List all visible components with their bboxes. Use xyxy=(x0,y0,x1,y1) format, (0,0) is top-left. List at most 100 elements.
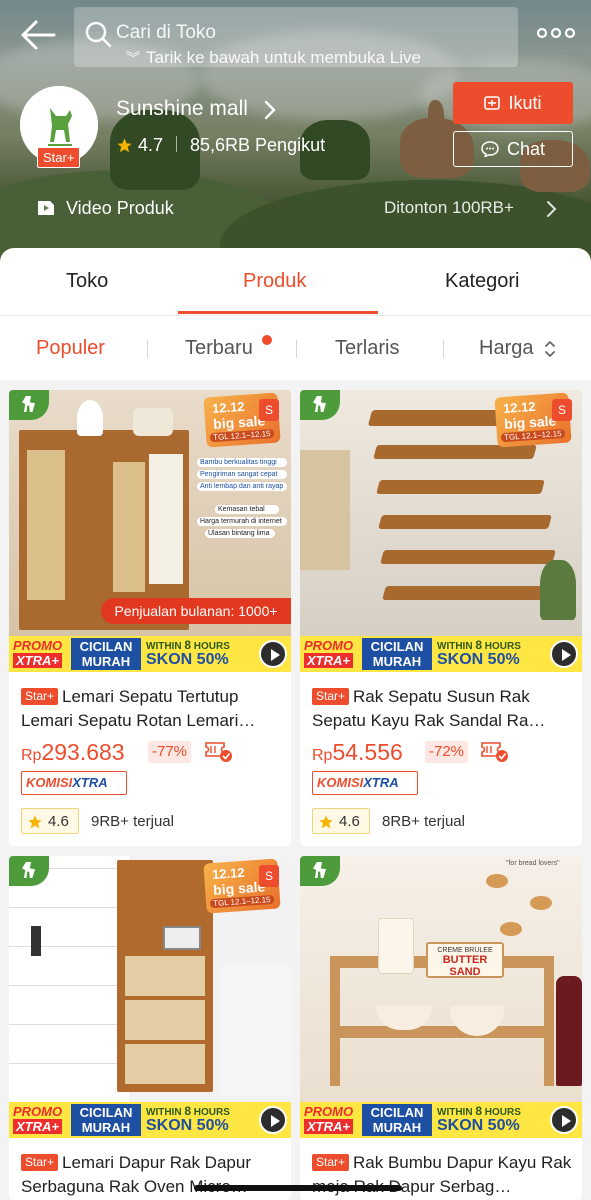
promo-strip: PROMO XTRA+ CICILAN MURAH WITHIN 8 HOURS S… xyxy=(9,1102,291,1138)
product-card[interactable]: "for bread lovers" CREME BRULEE BUTTER S… xyxy=(300,856,582,1200)
star-icon xyxy=(117,138,132,153)
shop-name[interactable]: Sunshine mall xyxy=(116,97,248,121)
price-value: 293.683 xyxy=(41,739,125,765)
cicilan-line1: CICILAN xyxy=(79,639,133,654)
komisi-text: KOMISI xyxy=(26,775,73,790)
product-name[interactable]: Star+ Rak Sepatu Susun Rak Sepatu Kayu Ra… xyxy=(312,685,574,733)
product-rating: 4.6 xyxy=(21,808,79,834)
play-video-icon[interactable] xyxy=(259,640,287,668)
diskon-label: SKON 50% xyxy=(437,651,520,668)
product-card[interactable]: 12.12 big sale TGL 12.1–12.15 S Bambu be… xyxy=(9,390,291,846)
product-name[interactable]: Star+ Lemari Sepatu Tertutup Lemari Sepat… xyxy=(21,685,283,733)
follow-button[interactable]: Ikuti xyxy=(453,82,573,124)
star-icon xyxy=(28,815,42,829)
cicilan-murah-label: CICILAN MURAH xyxy=(71,1104,141,1136)
promo-xtra-logo: PROMO XTRA+ xyxy=(302,638,360,670)
chevron-down-icon: ︾ xyxy=(126,50,140,66)
feature-item: Bambu berkualitas tinggi xyxy=(197,458,287,467)
promo-xtra-line2: XTRA+ xyxy=(13,1119,62,1134)
cicilan-murah-label: CICILAN MURAH xyxy=(362,1104,432,1136)
feature-item: Anti lembap dan anti rayap xyxy=(197,482,287,491)
within-hours-label: WITHIN 8 HOURS xyxy=(437,1104,521,1118)
promo-xtra-logo: PROMO XTRA+ xyxy=(11,638,69,670)
xtra-text: XTRA xyxy=(72,775,108,790)
promo-xtra-line1: PROMO xyxy=(304,638,354,653)
diskon-label: SKON 50% xyxy=(146,651,229,668)
promo-xtra-logo: PROMO XTRA+ xyxy=(11,1104,69,1136)
active-tab-indicator xyxy=(178,311,378,314)
tab-kategori[interactable]: Kategori xyxy=(445,270,520,293)
shop-rating: 4.7 xyxy=(138,135,164,155)
within-number: 8 xyxy=(475,1104,483,1118)
chevron-right-icon[interactable] xyxy=(545,200,557,218)
currency-symbol: Rp xyxy=(21,747,42,764)
product-image: 12.12 big sale TGL 12.1–12.15 S PROMO XTR… xyxy=(9,856,291,1138)
cicilan-line2: MURAH xyxy=(372,1120,422,1135)
play-video-icon[interactable] xyxy=(550,1106,578,1134)
divider xyxy=(443,340,444,358)
feature-item: Kemasan tebal xyxy=(215,505,279,514)
more-options-icon[interactable] xyxy=(536,24,576,42)
sort-harga[interactable]: Harga xyxy=(479,337,533,360)
promo-strip: PROMO XTRA+ CICILAN MURAH WITHIN 8 HOURS S… xyxy=(9,636,291,672)
cod-icon xyxy=(481,742,508,762)
follower-count: 85,6RB Pengikut xyxy=(190,135,326,155)
tab-toko[interactable]: Toko xyxy=(66,270,108,293)
product-card[interactable]: 12.12 big sale TGL 12.1–12.15 S PROMO XTR… xyxy=(9,856,291,1200)
promo-xtra-line2: XTRA+ xyxy=(304,653,353,668)
sort-terbaru[interactable]: Terbaru xyxy=(185,337,253,360)
back-arrow-icon[interactable] xyxy=(18,18,58,52)
star-plus-badge: Star+ xyxy=(21,1154,59,1171)
discount-badge: -77% xyxy=(148,741,192,763)
play-video-icon[interactable] xyxy=(550,640,578,668)
product-card[interactable]: 12.12 big sale TGL 12.1–12.15 S PROMO XTR… xyxy=(300,390,582,846)
promo-xtra-line2: XTRA+ xyxy=(304,1119,353,1134)
promo-xtra-line1: PROMO xyxy=(13,638,63,653)
cicilan-line2: MURAH xyxy=(81,1120,131,1135)
shop-tabs: Toko Produk Kategori xyxy=(0,248,591,316)
new-indicator-dot xyxy=(262,335,272,345)
chat-icon xyxy=(481,141,499,157)
sold-count: 8RB+ terjual xyxy=(382,813,465,830)
cicilan-line2: MURAH xyxy=(81,654,131,669)
promo-xtra-line1: PROMO xyxy=(304,1104,354,1119)
search-bar[interactable]: Cari di Toko ︾ Tarik ke bawah untuk membu… xyxy=(74,7,518,67)
search-icon xyxy=(85,21,112,48)
star-plus-badge: Star+ xyxy=(37,147,81,168)
product-name[interactable]: Star+ Lemari Dapur Rak Dapur Serbaguna Ra… xyxy=(21,1151,283,1199)
within-hours-label: WITHIN 8 HOURS xyxy=(146,1104,230,1118)
sort-terlaris[interactable]: Terlaris xyxy=(335,337,399,360)
promo-strip: PROMO XTRA+ CICILAN MURAH WITHIN 8 HOURS S… xyxy=(300,636,582,672)
pull-hint-text: Tarik ke bawah untuk membuka Live xyxy=(146,48,421,67)
diskon-label: SKON 50% xyxy=(146,1117,229,1134)
xtra-text: XTRA xyxy=(363,775,399,790)
rating-value: 4.6 xyxy=(339,813,360,830)
play-video-icon[interactable] xyxy=(259,1106,287,1134)
cicilan-murah-label: CICILAN MURAH xyxy=(362,638,432,670)
divider xyxy=(147,340,148,358)
sort-arrows-icon[interactable] xyxy=(543,339,557,359)
komisi-xtra-badge: KOMISIXTRA xyxy=(312,771,418,795)
chat-button[interactable]: Chat xyxy=(453,131,573,167)
sort-populer[interactable]: Populer xyxy=(36,337,105,360)
watched-count[interactable]: Ditonton 100RB+ xyxy=(384,198,514,218)
video-products-link[interactable]: Video Produk xyxy=(66,198,174,219)
video-icon xyxy=(38,201,54,215)
product-sign: CREME BRULEE BUTTER SAND xyxy=(426,942,504,978)
rating-value: 4.6 xyxy=(48,813,69,830)
sign-line2: BUTTER SAND xyxy=(442,954,488,978)
pull-to-live-hint: ︾ Tarik ke bawah untuk membuka Live xyxy=(126,48,421,68)
cod-icon xyxy=(205,742,232,762)
star-plus-badge: Star+ xyxy=(312,1154,350,1171)
search-placeholder: Cari di Toko xyxy=(116,22,216,43)
product-name[interactable]: Star+ Rak Bumbu Dapur Kayu Rak meja Rak D… xyxy=(312,1151,574,1199)
star-plus-badge: Star+ xyxy=(21,688,59,705)
promo-xtra-line1: PROMO xyxy=(13,1104,63,1119)
product-image: "for bread lovers" CREME BRULEE BUTTER S… xyxy=(300,856,582,1138)
product-price: Rp293.683 xyxy=(21,739,125,766)
currency-symbol: Rp xyxy=(312,747,333,764)
star-icon xyxy=(319,815,333,829)
chevron-right-icon[interactable] xyxy=(262,99,278,121)
tab-produk[interactable]: Produk xyxy=(243,270,306,293)
home-indicator[interactable] xyxy=(194,1185,402,1191)
